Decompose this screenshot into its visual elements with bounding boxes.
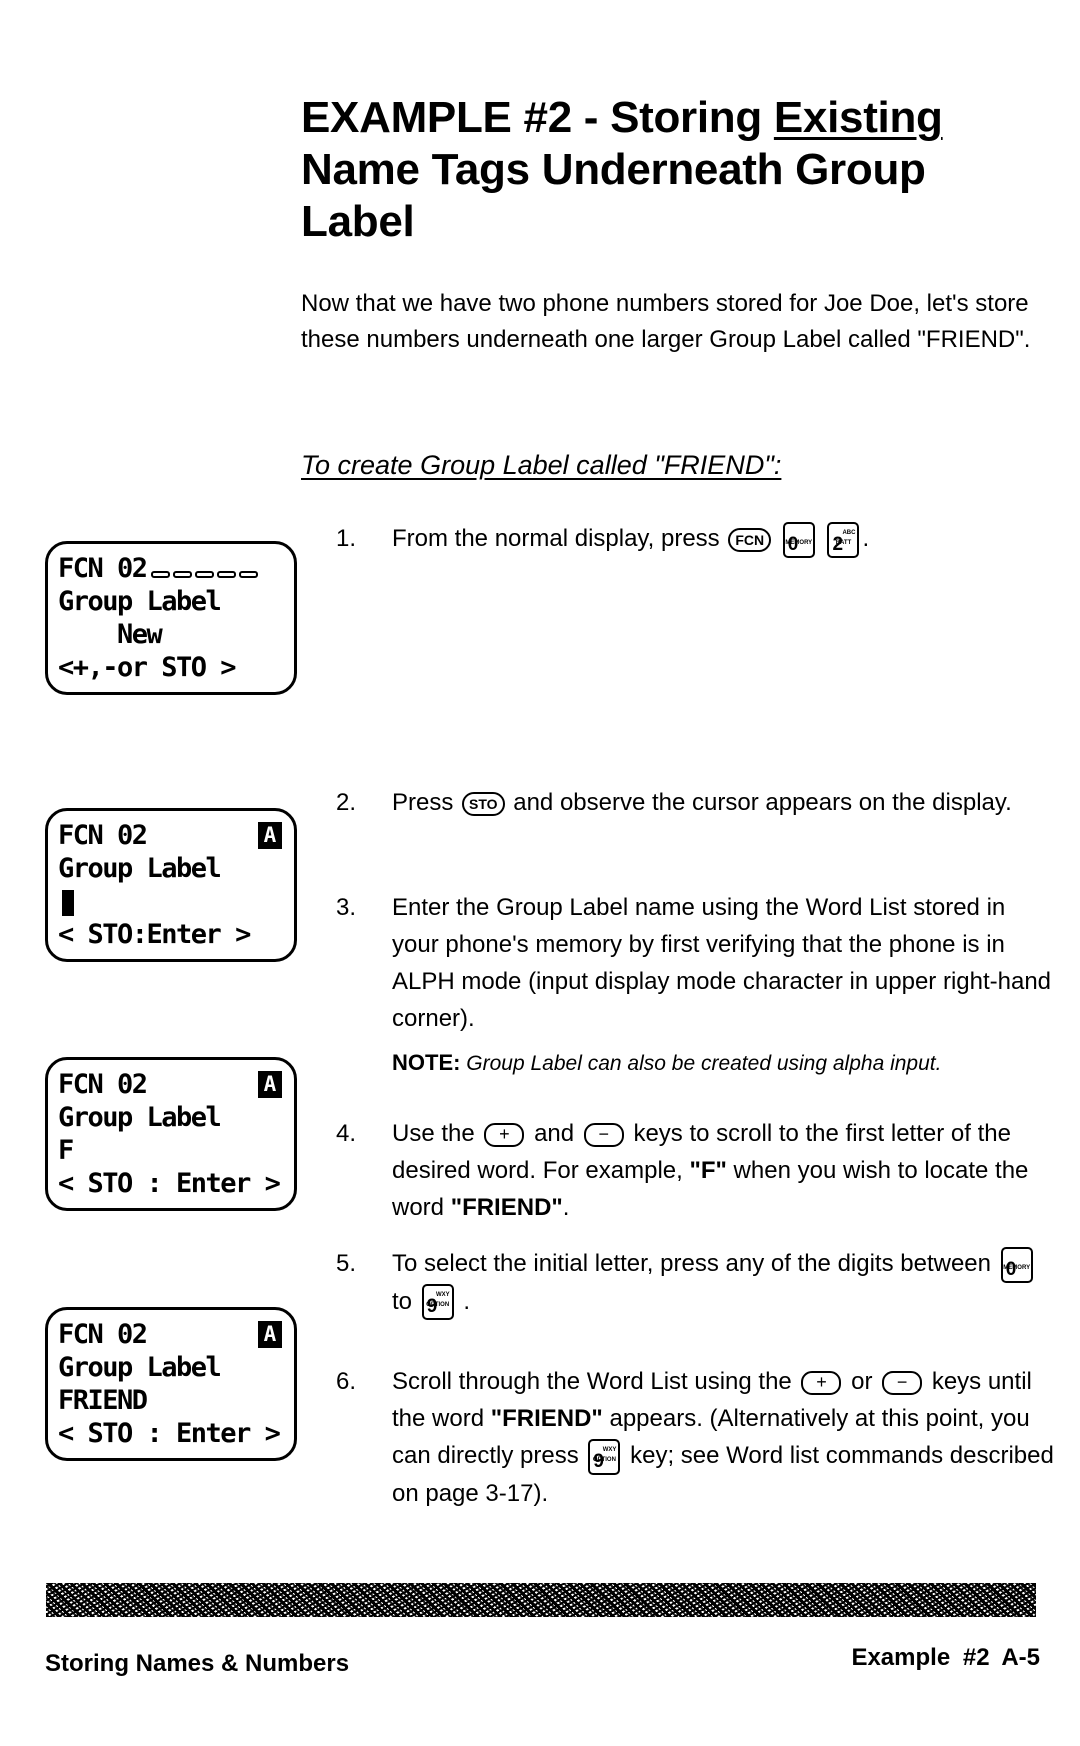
step-6: 6. Scroll through the Word List using th… [336, 1363, 1056, 1512]
lcd-display-1: FCN 02 Group Label New <+,-or STO > [45, 541, 297, 695]
decorative-divider-band [46, 1583, 1036, 1617]
step-4: 4. Use the + and − keys to scroll to the… [336, 1115, 1056, 1226]
step-text: To select the initial letter, press any … [392, 1250, 992, 1277]
footer-page-ref: Example #2 A-5 [851, 1644, 1040, 1672]
lcd-row: FCN 02 [58, 1319, 148, 1350]
step-number: 5. [336, 1250, 357, 1277]
batt-2-key-icon: BATT 2 ABC [827, 521, 860, 558]
lcd-display-4: FCN 02 A Group Label FRIEND < STO : Enter… [45, 1307, 297, 1461]
step-text: to [392, 1287, 413, 1315]
minus-key-icon: − [882, 1370, 923, 1395]
lcd-row: < STO : Enter > [58, 1168, 281, 1199]
step-text: and observe the cursor appears on the di… [513, 789, 1012, 816]
step-3: 3. Enter the Group Label name using the … [336, 889, 1056, 1037]
alpha-mode-badge: A [258, 1321, 282, 1348]
lcd-row: F [58, 1135, 74, 1166]
step-number: 3. [336, 894, 357, 921]
lcd-display-3: FCN 02 A Group Label F < STO : Enter > [45, 1057, 297, 1211]
title-line1: EXAMPLE #2 - Storing [301, 93, 774, 142]
plus-key-icon: + [801, 1370, 842, 1395]
lcd-row: FCN 02 [58, 820, 148, 851]
lcd-row: Group Label [58, 1102, 222, 1133]
lcd-row: < STO:Enter > [58, 919, 251, 950]
battery-level-icon [150, 553, 261, 586]
lcd-row: < STO : Enter > [58, 1418, 281, 1449]
note-label: NOTE: [392, 1050, 461, 1075]
blinking-cursor-icon [62, 889, 74, 916]
lcd-display-2: FCN 02 A Group Label < STO:Enter > [45, 808, 297, 962]
memory-0-key-icon: MEMORY 0 [1000, 1246, 1033, 1283]
lcd-row: Group Label [58, 853, 222, 884]
step-emphasis: "FRIEND" [450, 1194, 563, 1221]
footer-section-title: Storing Names & Numbers [45, 1650, 350, 1677]
step-emphasis: "F" [689, 1157, 727, 1184]
intro-paragraph: Now that we have two phone numbers store… [301, 290, 1031, 353]
step-5: 5. To select the initial letter, press a… [336, 1245, 1056, 1321]
page-title: EXAMPLE #2 - Storing Existing Name Tags … [301, 92, 1061, 248]
note-text: Group Label can also be created using al… [466, 1052, 942, 1075]
alpha-mode-badge: A [258, 1071, 282, 1098]
step-text: . [862, 525, 870, 552]
note: NOTE: Group Label can also be created us… [392, 1050, 941, 1076]
footer-example-label: Example #2 [851, 1644, 990, 1671]
step-number: 6. [336, 1368, 357, 1395]
title-line3: Label [301, 197, 415, 246]
lcd-row: Group Label [58, 1352, 222, 1383]
page-number: A-5 [1001, 1644, 1040, 1671]
lcd-row: FCN 02 [58, 553, 148, 584]
title-line2: Name Tags Underneath Group [301, 145, 926, 194]
step-text: Use the [392, 1120, 475, 1147]
alpha-mode-badge: A [258, 822, 282, 849]
memory-0-key-icon: MEMORY 0 [782, 521, 815, 558]
step-1: 1. From the normal display, press FCN ME… [336, 520, 1056, 558]
step-text: From the normal display, press [392, 525, 720, 552]
step-text: and [534, 1120, 575, 1147]
step-2: 2. Press STO and observe the cursor appe… [336, 784, 1056, 821]
plus-key-icon: + [484, 1122, 525, 1147]
step-text: . [562, 1194, 570, 1221]
lcd-row: FRIEND [58, 1385, 148, 1416]
lcd-row: <+,-or STO > [58, 652, 237, 683]
lcd-row: Group Label [58, 586, 222, 617]
step-text: or [851, 1368, 873, 1395]
fcn-key-icon: FCN [728, 527, 772, 552]
section-subheading: To create Group Label called "FRIEND": [301, 450, 782, 480]
step-text: . [463, 1287, 471, 1315]
option-9-key-icon: OPTION 9 WXY [588, 1438, 621, 1475]
step-number: 1. [336, 525, 357, 552]
step-text: Scroll through the Word List using the [392, 1368, 792, 1395]
step-number: 2. [336, 789, 357, 816]
step-text: Enter the Group Label name using the Wor… [392, 894, 1052, 1032]
step-number: 4. [336, 1120, 357, 1147]
step-text: Press [392, 789, 454, 816]
sto-key-icon: STO [462, 791, 505, 816]
lcd-row: FCN 02 [58, 1069, 148, 1100]
title-emphasis: Existing [773, 93, 943, 142]
minus-key-icon: − [583, 1122, 624, 1147]
step-emphasis: "FRIEND" [490, 1405, 603, 1432]
lcd-row: New [58, 619, 163, 650]
option-9-key-icon: OPTION 9 WXY [421, 1284, 454, 1321]
